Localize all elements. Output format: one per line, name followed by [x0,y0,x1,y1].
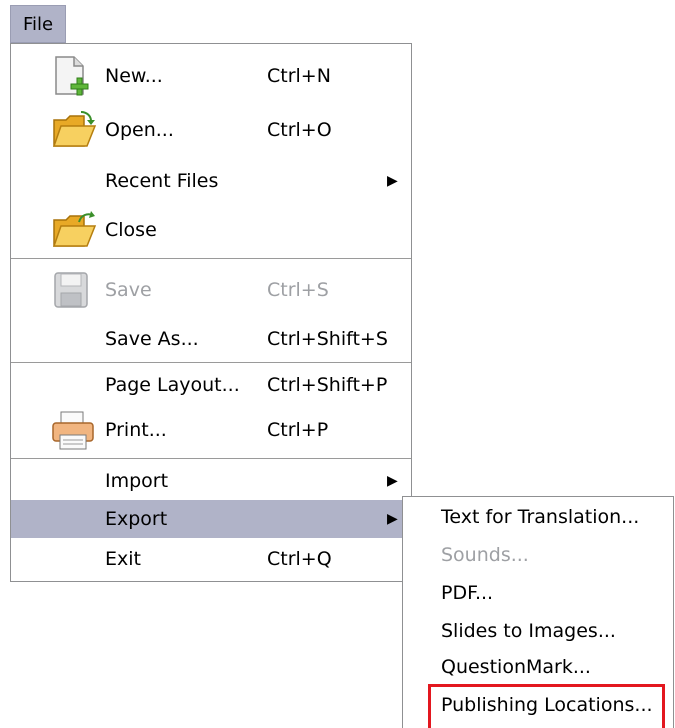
menu-separator [11,362,411,363]
menu-item-shortcut: Ctrl+O [267,119,332,141]
submenu-item-slides-to-images[interactable]: Slides to Images... [441,615,616,647]
menu-item-shortcut: Ctrl+N [267,65,331,87]
menu-item-shortcut: Ctrl+P [267,419,329,441]
submenu-item-label: Text for Translation... [441,506,640,528]
close-folder-icon [52,211,97,247]
submenu-arrow-icon: ▶ [387,173,398,189]
menu-item-label: Open... [105,119,174,141]
menu-item-shortcut: Ctrl+Shift+P [267,374,388,396]
menu-item-label: Save As... [105,328,199,350]
submenu-item-label: Sounds... [441,544,529,566]
submenu-item-label: PDF... [441,582,494,604]
menu-item-shortcut: Ctrl+Shift+S [267,328,388,350]
menu-item-save[interactable]: Save Ctrl+S [11,266,411,314]
submenu-item-label: QuestionMark... [441,656,591,678]
file-menu-label: File [22,13,54,35]
submenu-item-pdf[interactable]: PDF... [441,577,493,609]
submenu-item-text-for-translation[interactable]: Text for Translation... [441,501,639,533]
menu-item-label: Recent Files [105,170,219,192]
menu-item-label: Page Layout... [105,374,240,396]
file-menu-tab[interactable]: File [10,5,66,43]
menu-item-open[interactable]: Open... Ctrl+O [11,106,411,154]
menu-item-close[interactable]: Close [11,206,411,254]
menu-item-label: Export [105,508,168,530]
menu-item-export[interactable]: Export ▶ [11,500,411,538]
menu-item-page-layout[interactable]: Page Layout... Ctrl+Shift+P [11,364,411,406]
submenu-arrow-icon: ▶ [387,511,398,527]
menu-separator [11,458,411,459]
submenu-item-questionmark[interactable]: QuestionMark... [441,651,591,683]
menu-item-label: New... [105,65,163,87]
menu-item-import[interactable]: Import ▶ [11,462,411,500]
menu-item-label: Import [105,470,169,492]
open-folder-icon [52,111,97,147]
file-menu: New... Ctrl+N Open... Ctrl+O Recent File… [10,43,412,582]
menu-item-label: Close [105,219,157,241]
menu-item-save-as[interactable]: Save As... Ctrl+Shift+S [11,318,411,360]
printer-icon [52,411,94,450]
menu-item-label: Print... [105,419,167,441]
menu-item-label: Save [105,279,152,301]
menu-item-label: Exit [105,548,141,570]
submenu-arrow-icon: ▶ [387,473,398,489]
new-document-icon [55,56,89,96]
menu-item-shortcut: Ctrl+Q [267,548,332,570]
submenu-item-label: Slides to Images... [441,620,616,642]
menu-item-new[interactable]: New... Ctrl+N [11,52,411,100]
menu-item-print[interactable]: Print... Ctrl+P [11,406,411,454]
menu-item-exit[interactable]: Exit Ctrl+Q [11,540,411,578]
callout-highlight-box [428,684,665,728]
menu-item-recent-files[interactable]: Recent Files ▶ [11,160,411,202]
submenu-item-sounds[interactable]: Sounds... [441,539,529,571]
menu-separator [11,258,411,259]
menu-item-shortcut: Ctrl+S [267,279,329,301]
save-disk-icon [54,272,88,308]
